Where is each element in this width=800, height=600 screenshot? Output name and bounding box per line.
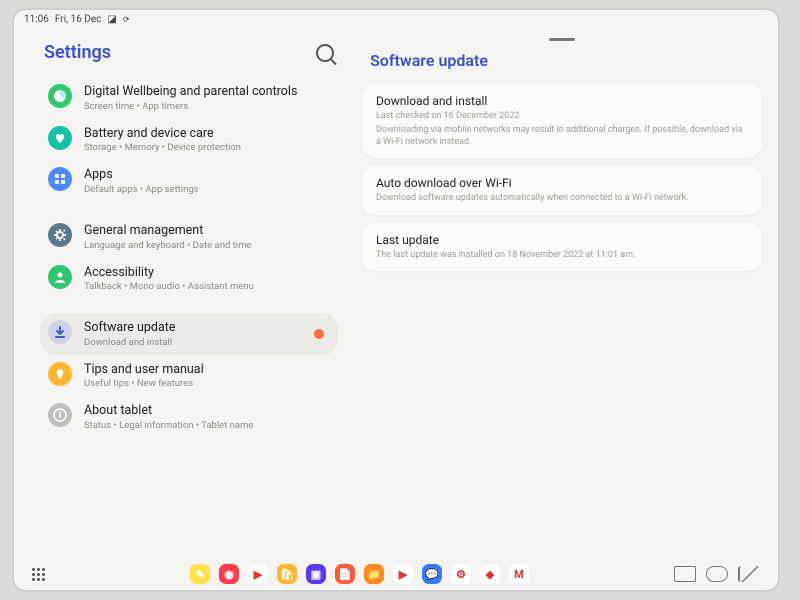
dock-app-11[interactable]: M — [509, 564, 529, 584]
status-icon: ◪ — [107, 14, 116, 25]
sidebar-item-label: Battery and device care — [84, 126, 241, 142]
status-icon: ⟳ — [123, 15, 130, 24]
sidebar-item-label: Accessibility — [84, 265, 254, 281]
sidebar-title: Settings — [44, 42, 111, 63]
sidebar-item-sub: Screen time • App timers — [84, 101, 297, 112]
sidebar-item-sub: Useful tips • New features — [84, 378, 204, 389]
sidebar-item-digital-wellbeing-and-parental-controls[interactable]: Digital Wellbeing and parental controlsS… — [40, 77, 338, 119]
sidebar-item-sub: Download and install — [84, 337, 176, 348]
status-time: 11:06 — [24, 14, 49, 25]
dock-app-0[interactable]: ✎ — [190, 564, 210, 584]
card-last-update[interactable]: Last update The last update was installed… — [362, 223, 762, 271]
card-sub: Download software updates automatically … — [376, 192, 748, 204]
dock-app-3[interactable]: 🛍 — [277, 564, 297, 584]
nav-home[interactable] — [706, 566, 728, 582]
sidebar-item-sub: Language and keyboard • Date and time — [84, 240, 251, 251]
sidebar-item-sub: Storage • Memory • Device protection — [84, 142, 241, 153]
status-bar: 11:06 Fri, 16 Dec ◪ ⟳ — [12, 8, 780, 30]
sidebar-item-apps[interactable]: AppsDefault apps • App settings — [40, 160, 338, 202]
dock-app-2[interactable]: ▶ — [248, 564, 268, 584]
card-download-and-install[interactable]: Download and install Last checked on 16 D… — [362, 84, 762, 158]
sidebar-item-general-management[interactable]: General managementLanguage and keyboard … — [40, 216, 338, 258]
sidebar-item-label: Software update — [84, 320, 176, 336]
sidebar-item-software-update[interactable]: Software updateDownload and install — [40, 313, 338, 355]
sidebar-item-label: General management — [84, 223, 251, 239]
sidebar-item-label: About tablet — [84, 403, 253, 419]
nav-recents[interactable] — [674, 566, 696, 582]
sidebar-item-about-tablet[interactable]: About tabletStatus • Legal information •… — [40, 396, 338, 438]
dock-app-8[interactable]: 💬 — [422, 564, 442, 584]
dock-app-5[interactable]: 📄 — [335, 564, 355, 584]
card-sub: Last checked on 16 December 2022 — [376, 110, 748, 122]
person-icon — [48, 265, 72, 289]
card-auto-download-over-wi-fi[interactable]: Auto download over Wi-Fi Download softwar… — [362, 166, 762, 214]
update-badge — [314, 329, 324, 339]
dock-app-9[interactable]: ⚙ — [451, 564, 471, 584]
dock-app-7[interactable]: ▶ — [393, 564, 413, 584]
heart-icon — [48, 126, 72, 150]
status-date: Fri, 16 Dec — [55, 14, 102, 25]
sidebar-item-label: Tips and user manual — [84, 362, 204, 378]
dock-app-1[interactable]: ◉ — [219, 564, 239, 584]
sidebar-item-sub: Default apps • App settings — [84, 184, 199, 195]
sidebar-item-battery-and-device-care[interactable]: Battery and device careStorage • Memory … — [40, 119, 338, 161]
sidebar-item-accessibility[interactable]: AccessibilityTalkback • Mono audio • Ass… — [40, 258, 338, 300]
card-sub: The last update was installed on 18 Nove… — [376, 249, 748, 261]
page-title: Software update — [362, 47, 762, 84]
dock-app-10[interactable]: ◆ — [480, 564, 500, 584]
dock: ✎ ◉ ▶ 🛍 ▣ 📄 📁 ▶ 💬 ⚙ ◆ M — [12, 556, 780, 592]
settings-sidebar: Settings Digital Wellbeing and parental … — [12, 30, 352, 556]
sidebar-item-sub: Status • Legal information • Tablet name — [84, 420, 253, 431]
tablet-frame: 11:06 Fri, 16 Dec ◪ ⟳ Settings Digital W… — [12, 8, 780, 592]
search-icon[interactable] — [316, 44, 334, 62]
gear-icon — [48, 223, 72, 247]
sidebar-item-tips-and-user-manual[interactable]: Tips and user manualUseful tips • New fe… — [40, 355, 338, 397]
nav-back[interactable] — [738, 566, 760, 582]
card-title: Last update — [376, 233, 748, 247]
app-drawer-icon[interactable] — [32, 568, 45, 581]
drag-handle[interactable] — [549, 38, 575, 41]
card-sub: Downloading via mobile networks may resu… — [376, 124, 748, 148]
grid-icon — [48, 167, 72, 191]
dock-app-4[interactable]: ▣ — [306, 564, 326, 584]
card-title: Download and install — [376, 94, 748, 108]
sidebar-item-label: Apps — [84, 167, 199, 183]
sidebar-item-label: Digital Wellbeing and parental controls — [84, 84, 297, 100]
pie-icon — [48, 84, 72, 108]
arrow-icon — [48, 320, 72, 344]
info-icon — [48, 403, 72, 427]
bulb-icon — [48, 362, 72, 386]
card-title: Auto download over Wi-Fi — [376, 176, 748, 190]
dock-app-6[interactable]: 📁 — [364, 564, 384, 584]
main-panel: Software update Download and install Last… — [352, 30, 780, 556]
sidebar-item-sub: Talkback • Mono audio • Assistant menu — [84, 281, 254, 292]
